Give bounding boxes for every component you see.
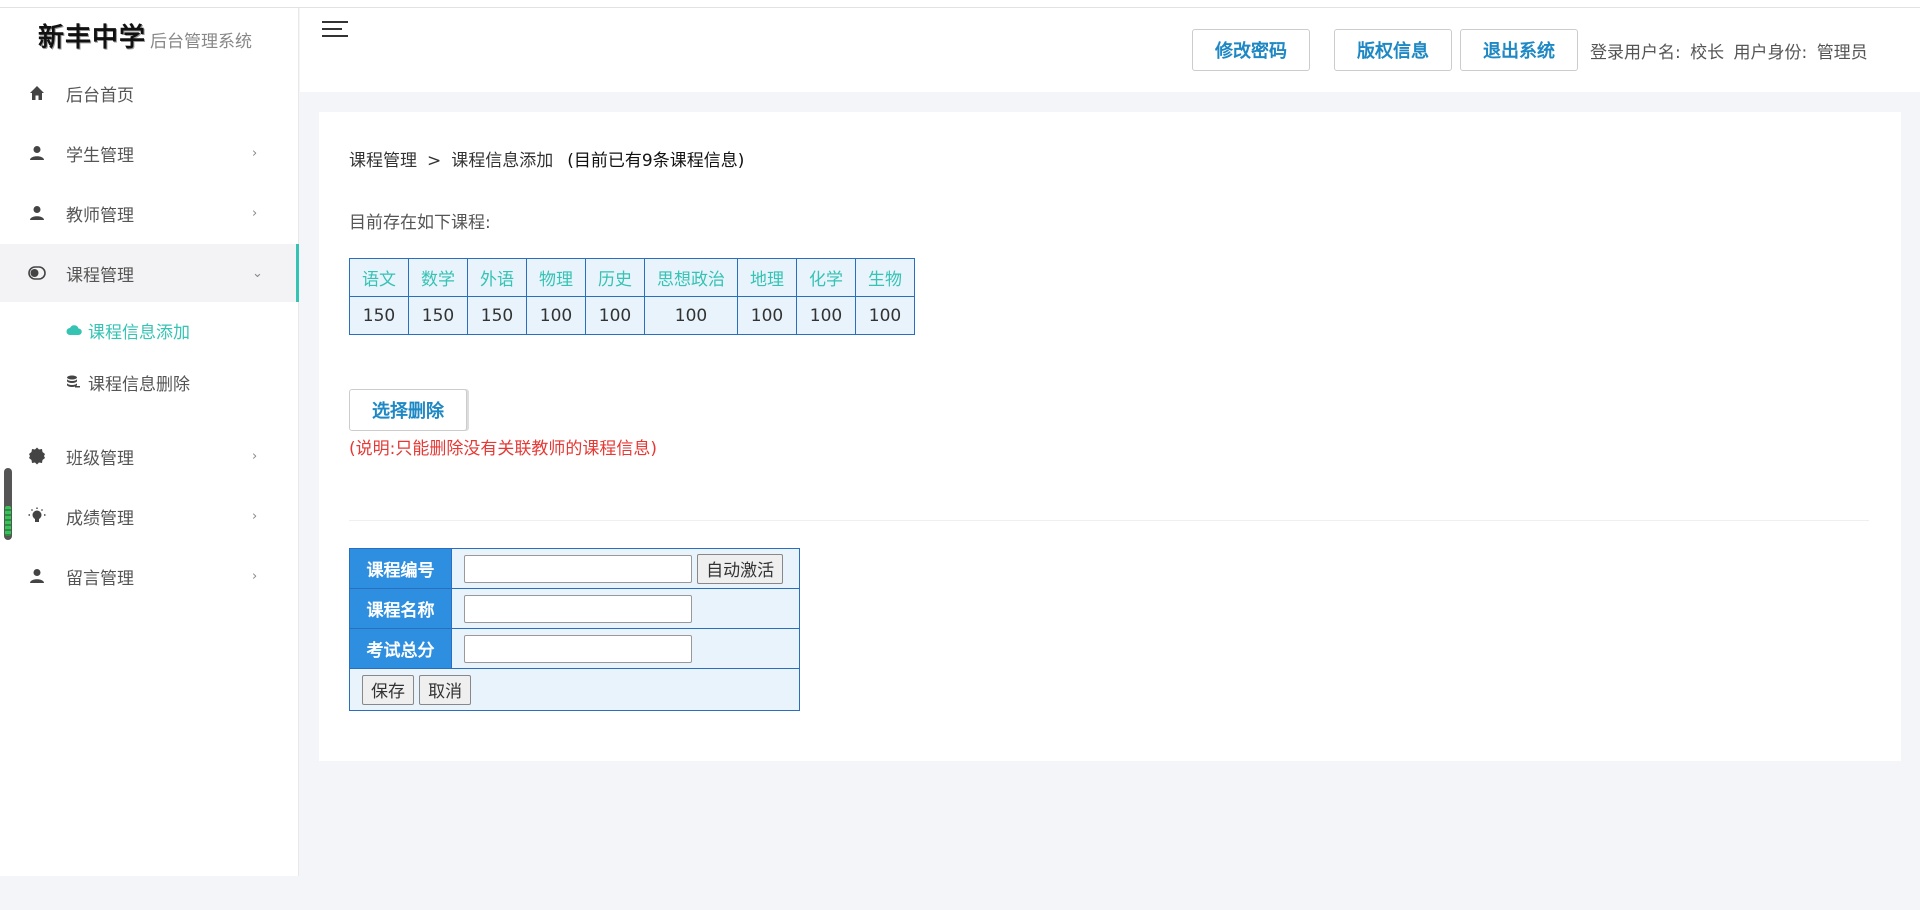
course-name-cell[interactable]: 化学 (796, 258, 856, 297)
user-icon (28, 567, 46, 585)
database-icon (66, 374, 82, 390)
chevron-right-icon: › (252, 145, 258, 161)
username: 校长 (1690, 43, 1725, 63)
top-header: 修改密码 版权信息 退出系统 登录用户名: 校长 用户身份: 管理员 (300, 8, 1920, 92)
total-score-label: 考试总分 (349, 628, 452, 669)
course-name-cell[interactable]: 数学 (408, 258, 468, 297)
course-score-cell: 100 (855, 296, 915, 335)
sidebar-subitem-course-add[interactable]: 课程信息添加 (66, 315, 190, 345)
sidebar-item-label: 课程管理 (66, 265, 134, 286)
role-label: 用户身份: (1733, 43, 1808, 63)
scroll-handle[interactable] (4, 468, 12, 540)
course-score-cell: 100 (585, 296, 645, 335)
course-score-cell: 100 (526, 296, 586, 335)
auto-activate-button[interactable]: 自动激活 (697, 553, 784, 584)
course-score-cell: 150 (349, 296, 409, 335)
sidebar-item-students[interactable]: 学生管理 › (0, 124, 299, 182)
sidebar-subitem-course-delete[interactable]: 课程信息删除 (66, 367, 190, 397)
course-name-cell[interactable]: 语文 (349, 258, 409, 297)
school-logo-text: 新丰中学 (38, 23, 147, 53)
system-subtitle: 后台管理系统 (150, 32, 253, 52)
change-password-button[interactable]: 修改密码 (1192, 29, 1310, 71)
total-score-cell (451, 628, 800, 669)
breadcrumb: 课程管理 > 课程信息添加 (目前已有9条课程信息) (349, 146, 744, 171)
form-actions: 保存 取消 (349, 668, 800, 711)
delete-note: (说明:只能删除没有关联教师的课程信息) (349, 439, 657, 459)
menu-toggle-icon[interactable] (322, 16, 348, 42)
existing-courses-label: 目前存在如下课程: (349, 213, 491, 233)
course-table: 语文 数学 外语 物理 历史 思想政治 地理 化学 生物 150 150 150… (349, 258, 915, 335)
course-score-cell: 150 (408, 296, 468, 335)
chevron-down-icon: ⌄ (252, 265, 263, 281)
course-name-cell[interactable]: 物理 (526, 258, 586, 297)
sidebar-item-label: 成绩管理 (66, 508, 134, 529)
divider (349, 520, 1869, 521)
chevron-right-icon: › (252, 205, 258, 221)
sidebar-item-courses[interactable]: 课程管理 ⌄ (0, 244, 299, 302)
home-icon (28, 84, 46, 102)
total-score-input[interactable] (464, 634, 692, 663)
sidebar-item-label: 教师管理 (66, 205, 134, 226)
breadcrumb-page: 课程信息添加 (451, 151, 554, 171)
sidebar-subitem-label: 课程信息添加 (88, 322, 190, 343)
sidebar-item-home[interactable]: 后台首页 (0, 64, 299, 122)
logout-button[interactable]: 退出系统 (1460, 29, 1578, 71)
course-name-cell[interactable]: 外语 (467, 258, 527, 297)
form-row-course-name: 课程名称 (349, 588, 800, 629)
sidebar-item-grades[interactable]: 成绩管理 › (0, 487, 299, 545)
course-name-label: 课程名称 (349, 588, 452, 629)
course-name-cell[interactable]: 思想政治 (644, 258, 738, 297)
brand: 新丰中学 后台管理系统 (38, 14, 252, 54)
course-name-cell[interactable]: 地理 (737, 258, 797, 297)
bulb-icon (28, 507, 46, 525)
course-name-cell[interactable]: 生物 (855, 258, 915, 297)
sidebar: 新丰中学 后台管理系统 后台首页 学生管理 › 教师管理 › 课程管理 ⌄ 课程… (0, 8, 299, 876)
course-count: (目前已有9条课程信息) (567, 151, 745, 171)
course-score-cell: 100 (737, 296, 797, 335)
sidebar-item-messages[interactable]: 留言管理 › (0, 547, 299, 605)
course-id-input[interactable] (464, 554, 692, 583)
save-button[interactable]: 保存 (362, 674, 414, 705)
sidebar-item-classes[interactable]: 班级管理 › (0, 427, 299, 485)
course-name-cell[interactable]: 历史 (585, 258, 645, 297)
user-icon (28, 144, 46, 162)
course-score-cell: 150 (467, 296, 527, 335)
course-score-cell: 100 (644, 296, 738, 335)
course-name-cell (451, 588, 800, 629)
chevron-right-icon: › (252, 508, 258, 524)
course-id-cell: 自动激活 (451, 548, 800, 589)
form-row-total-score: 考试总分 (349, 628, 800, 669)
course-name-input[interactable] (464, 594, 692, 623)
role: 管理员 (1816, 43, 1868, 63)
user-icon (28, 204, 46, 222)
sidebar-item-teachers[interactable]: 教师管理 › (0, 184, 299, 242)
course-score-cell: 100 (796, 296, 856, 335)
chevron-right-icon: › (252, 568, 258, 584)
course-score-row: 150 150 150 100 100 100 100 100 100 (349, 296, 915, 335)
copyright-button[interactable]: 版权信息 (1334, 29, 1452, 71)
sidebar-item-label: 学生管理 (66, 145, 134, 166)
chevron-right-icon: › (252, 448, 258, 464)
course-id-label: 课程编号 (349, 548, 452, 589)
sidebar-item-label: 留言管理 (66, 568, 134, 589)
cloud-icon (66, 322, 82, 338)
sidebar-item-label: 班级管理 (66, 448, 134, 469)
course-name-row: 语文 数学 外语 物理 历史 思想政治 地理 化学 生物 (349, 258, 915, 297)
sidebar-item-label: 后台首页 (66, 85, 134, 106)
cancel-button[interactable]: 取消 (419, 674, 472, 705)
username-label: 登录用户名: (1590, 43, 1681, 63)
course-add-form: 课程编号 自动激活 课程名称 考试总分 保存 取消 (349, 548, 800, 711)
select-delete-button[interactable]: 选择删除 (349, 389, 467, 431)
breadcrumb-separator: > (427, 151, 442, 171)
sidebar-subitem-label: 课程信息删除 (88, 374, 190, 395)
form-row-course-id: 课程编号 自动激活 (349, 548, 800, 589)
form-row-actions: 保存 取消 (349, 668, 800, 711)
breadcrumb-section[interactable]: 课程管理 (349, 151, 417, 171)
toggle-icon (28, 264, 46, 282)
gear-icon (28, 447, 46, 465)
content-card: 课程管理 > 课程信息添加 (目前已有9条课程信息) 目前存在如下课程: 语文 数学 … (319, 112, 1901, 761)
user-info: 登录用户名: 校长 用户身份: 管理员 (1590, 38, 1872, 63)
top-border (0, 0, 1920, 8)
